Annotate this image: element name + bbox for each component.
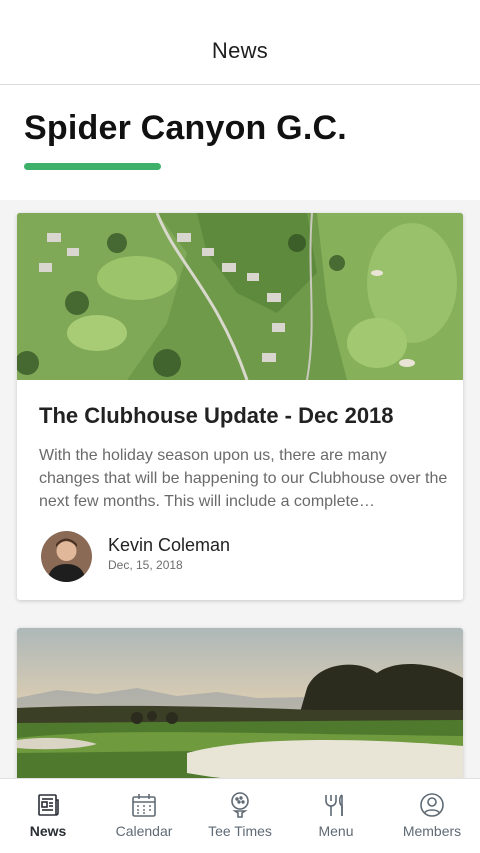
tab-news[interactable]: News: [0, 779, 96, 853]
post-title[interactable]: The Clubhouse Update - Dec 2018: [39, 403, 394, 429]
golf-course-sunset-image: [17, 628, 463, 788]
tab-label: News: [29, 823, 67, 839]
author-name: Kevin Coleman: [108, 535, 231, 555]
club-name: Spider Canyon G.C.: [24, 109, 347, 147]
tab-label: Calendar: [115, 823, 173, 839]
news-card[interactable]: [17, 628, 463, 788]
tab-label: Tee Times: [208, 823, 272, 839]
user-circle-icon: [420, 793, 444, 817]
tab-label: Menu: [318, 823, 354, 839]
golf-course-aerial-image: [17, 213, 463, 380]
newspaper-icon: [38, 794, 59, 816]
tab-tee-times[interactable]: Tee Times: [192, 779, 288, 853]
post-author: Kevin Coleman Dec, 15, 2018: [41, 531, 341, 583]
bottom-tab-bar: News Calendar Tee Times Menu Members: [0, 778, 480, 853]
tab-calendar[interactable]: Calendar: [96, 779, 192, 853]
post-excerpt: With the holiday season upon us, there a…: [39, 447, 448, 510]
top-navigation-bar: News: [0, 0, 480, 85]
cutlery-icon: [325, 794, 343, 816]
tab-menu[interactable]: Menu: [288, 779, 384, 853]
golf-ball-tee-icon: [231, 792, 249, 818]
tab-label: Members: [402, 823, 462, 839]
page-title: News: [211, 38, 269, 63]
title-accent-bar: [24, 163, 161, 170]
calendar-icon: [132, 794, 156, 817]
club-header: Spider Canyon G.C.: [0, 85, 480, 200]
tab-members[interactable]: Members: [384, 779, 480, 853]
post-date: Dec, 15, 2018: [108, 558, 183, 572]
news-card[interactable]: The Clubhouse Update - Dec 2018 With the…: [17, 213, 463, 600]
author-avatar: [41, 531, 92, 582]
